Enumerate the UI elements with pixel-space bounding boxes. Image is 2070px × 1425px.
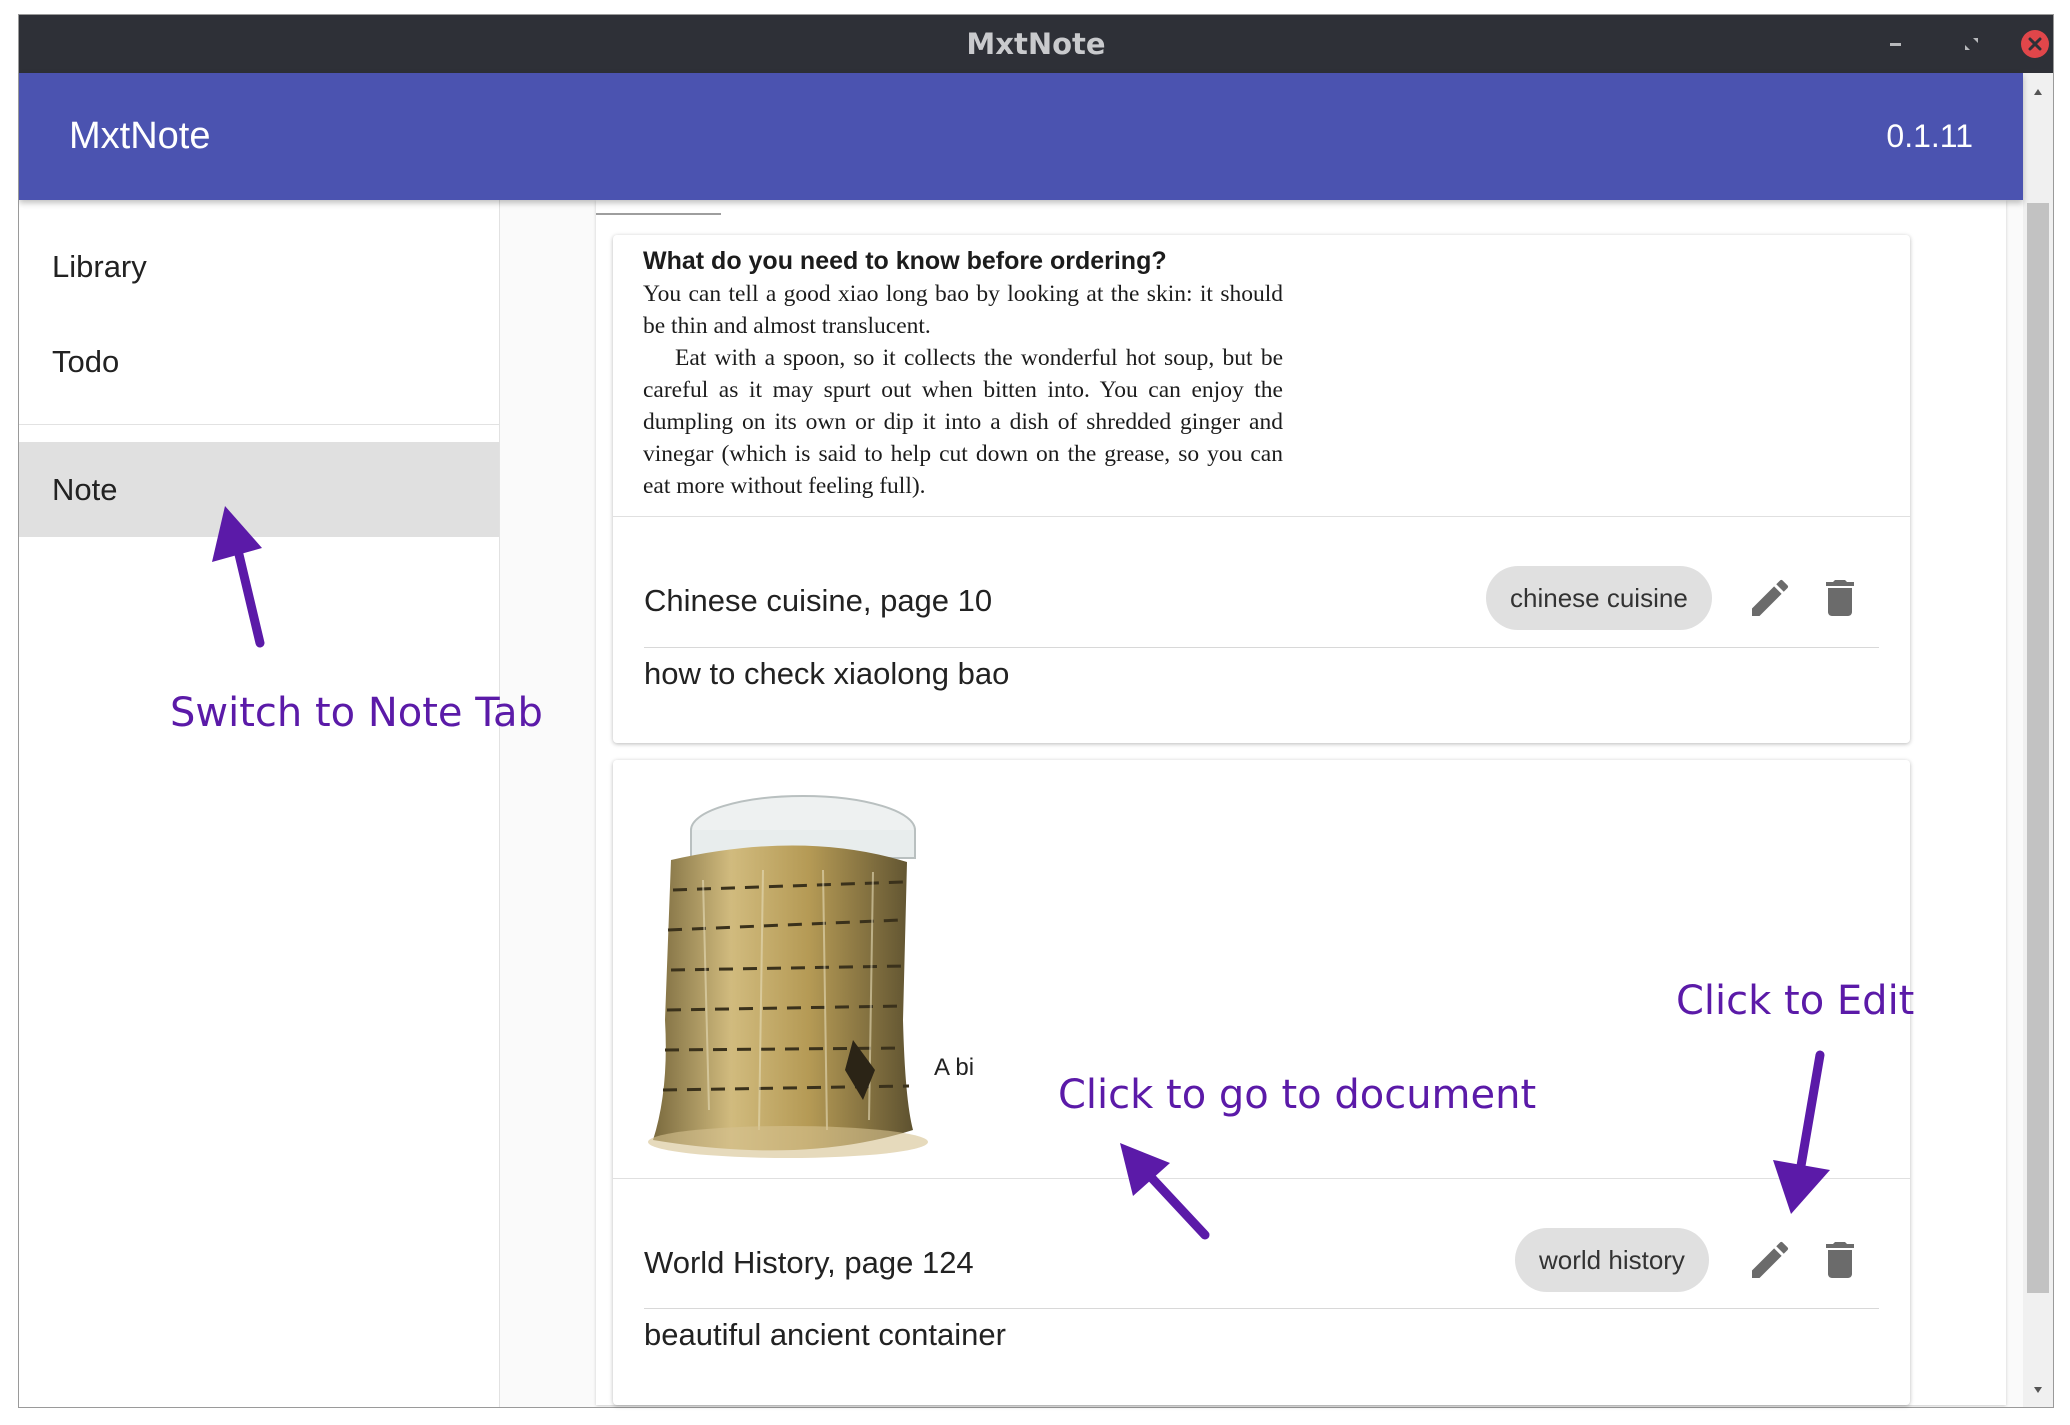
excerpt-heading: What do you need to know before ordering… (643, 247, 1167, 275)
tag-chip[interactable]: world history (1515, 1228, 1709, 1292)
trash-icon (1826, 1242, 1854, 1278)
delete-button[interactable] (1816, 574, 1864, 622)
scroll-down-arrow-icon[interactable] (2023, 1377, 2053, 1403)
annotation-click-edit: Click to Edit (1676, 978, 1915, 1024)
sidebar-item-library[interactable]: Library (19, 219, 499, 314)
scroll-up-arrow-icon[interactable] (2023, 79, 2053, 105)
app-title: MxtNote (69, 115, 211, 157)
trash-icon (1826, 580, 1854, 616)
restore-button[interactable] (1956, 29, 1986, 59)
delete-button[interactable] (1816, 1236, 1864, 1284)
sidebar-item-todo[interactable]: Todo (19, 314, 499, 409)
edit-button[interactable] (1746, 574, 1794, 622)
note-excerpt-image[interactable]: A bi (613, 770, 978, 1170)
note-text: how to check xiaolong bao (644, 656, 1010, 691)
tab-indicator (596, 213, 721, 215)
app-version: 0.1.11 (1886, 118, 1973, 154)
excerpt-paragraph: Eat with a spoon, so it collects the won… (643, 345, 1283, 499)
note-text: beautiful ancient container (644, 1317, 1006, 1352)
scrollbar-thumb[interactable] (2027, 203, 2049, 1293)
sidebar: Library Todo Note (19, 200, 500, 1407)
note-excerpt-image[interactable]: What do you need to know before ordering… (643, 247, 1283, 502)
card-divider (613, 516, 1910, 517)
minimize-button[interactable] (1880, 29, 1910, 59)
sidebar-divider (19, 424, 499, 425)
restore-icon (1965, 38, 1978, 50)
birch-bark-container-image (648, 795, 928, 1158)
note-divider (644, 647, 1879, 648)
note-card: What do you need to know before ordering… (613, 235, 1910, 743)
note-divider (644, 1308, 1879, 1309)
window-title: MxtNote (966, 27, 1106, 61)
tag-chip[interactable]: chinese cuisine (1486, 566, 1712, 630)
note-source-link[interactable]: Chinese cuisine, page 10 (644, 583, 992, 619)
pencil-icon (1752, 579, 1789, 616)
vertical-scrollbar[interactable] (2023, 73, 2053, 1407)
close-icon (2021, 30, 2049, 58)
annotation-go-document: Click to go to document (1058, 1072, 1537, 1118)
edit-button[interactable] (1746, 1236, 1794, 1284)
image-caption: A bi (934, 1054, 975, 1081)
annotation-switch-note-tab: Switch to Note Tab (170, 690, 543, 736)
sidebar-item-note[interactable]: Note (19, 442, 499, 537)
minimize-icon (1890, 43, 1901, 46)
app-bar: MxtNote 0.1.11 (19, 73, 2023, 200)
card-divider (613, 1178, 1910, 1179)
note-source-link[interactable]: World History, page 124 (644, 1245, 974, 1281)
excerpt-paragraph: You can tell a good xiao long bao by loo… (643, 281, 1283, 339)
window-titlebar[interactable]: MxtNote (19, 15, 2053, 73)
pencil-icon (1752, 1241, 1789, 1278)
close-button[interactable] (2020, 29, 2050, 59)
